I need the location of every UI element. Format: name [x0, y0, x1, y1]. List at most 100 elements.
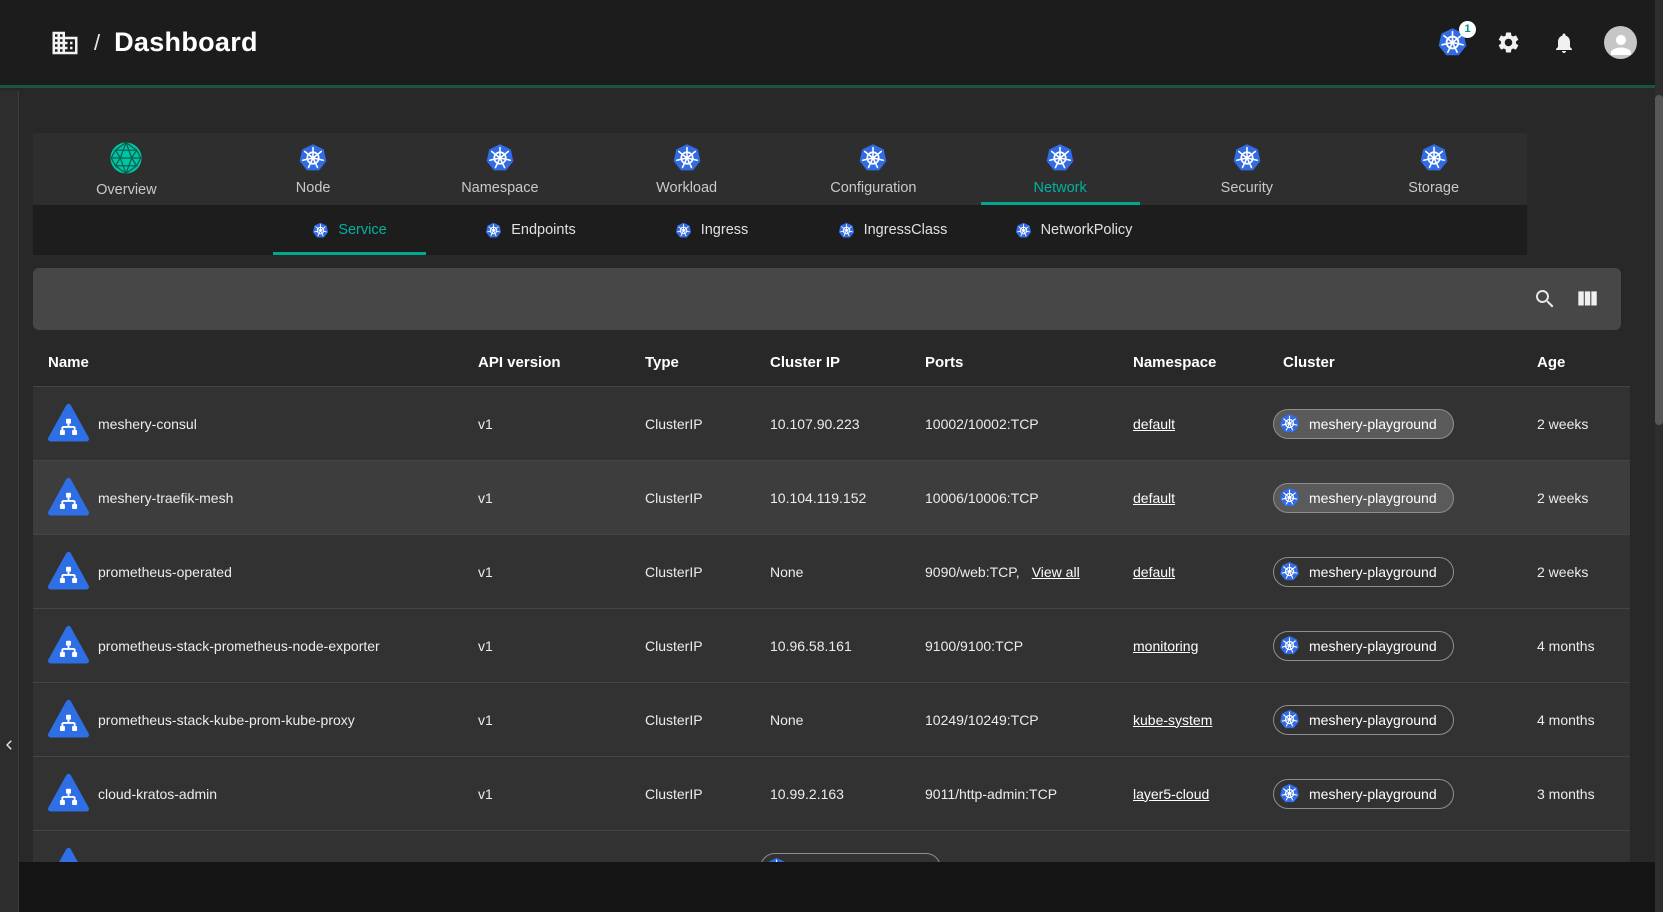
age-cell: 2 weeks [1537, 564, 1630, 580]
cluster-chip[interactable]: meshery-playground [1273, 409, 1454, 439]
type-cell: ClusterIP [645, 786, 770, 802]
api-version-cell: v1 [478, 638, 645, 654]
column-header: Type [645, 354, 770, 371]
cluster-name: meshery-playground [1309, 490, 1437, 506]
notifications-button[interactable] [1548, 27, 1580, 59]
ports-value: 9011/http-admin:TCP [925, 786, 1057, 802]
api-version-cell: v1 [478, 490, 645, 506]
namespace-link[interactable]: monitoring [1133, 638, 1198, 654]
ports-value: 10002/10002:TCP [925, 416, 1039, 432]
tab-label: Storage [1408, 180, 1459, 196]
cluster-cell: meshery-playground [1283, 557, 1537, 587]
namespace-cell: kube-system [1133, 712, 1283, 728]
scrollbar-thumb[interactable] [1655, 95, 1663, 425]
ports-value: 9100/9100:TCP [925, 638, 1023, 654]
header-bar: / Dashboard 1 [0, 0, 1663, 88]
tab-network[interactable]: Network [967, 133, 1154, 205]
column-header: Namespace [1133, 354, 1283, 371]
subtab-ingress[interactable]: Ingress [621, 205, 802, 255]
tab-label: Configuration [830, 180, 916, 196]
table-row[interactable]: prometheus-stack-prometheus-node-exporte… [33, 608, 1630, 682]
cluster-chip[interactable]: meshery-playground [760, 853, 941, 863]
ports-cell: 10249/10249:TCP [925, 712, 1133, 728]
search-icon [1533, 287, 1557, 311]
tab-label: Overview [96, 182, 156, 198]
cluster-ip-cell: 10.107.90.223 [770, 416, 925, 432]
tab-namespace[interactable]: Namespace [407, 133, 594, 205]
cluster-chip[interactable]: meshery-playground [1273, 483, 1454, 513]
ports-cell: 10002/10002:TCP [925, 416, 1133, 432]
kubernetes-icon [1045, 143, 1075, 173]
cluster-name: meshery-playground [1309, 786, 1437, 802]
chevron-left-icon[interactable] [1, 733, 17, 757]
cluster-chip[interactable]: meshery-playground [1273, 779, 1454, 809]
namespace-cell: default [1133, 416, 1283, 432]
table-row[interactable]: prometheus-operated v1 ClusterIP None 90… [33, 534, 1630, 608]
subtab-label: NetworkPolicy [1041, 222, 1133, 238]
table-row[interactable]: cloud-kratos-admin v1 ClusterIP 10.99.2.… [33, 756, 1630, 830]
service-name: meshery-consul [98, 416, 197, 432]
age-cell: 2 weeks [1537, 416, 1630, 432]
cluster-chip[interactable]: meshery-playground [1273, 557, 1454, 587]
namespace-link[interactable]: layer5-cloud [1133, 786, 1209, 802]
kubernetes-icon [485, 143, 515, 173]
settings-button[interactable] [1492, 27, 1524, 59]
search-button[interactable] [1532, 286, 1558, 312]
cluster-chip[interactable]: meshery-playground [1273, 705, 1454, 735]
cluster-chip[interactable]: meshery-playground [1273, 631, 1454, 661]
column-header: Ports [925, 354, 1133, 371]
ports-value: 10006/10006:TCP [925, 490, 1039, 506]
tab-node[interactable]: Node [220, 133, 407, 205]
type-cell: ClusterIP [645, 712, 770, 728]
tab-workload[interactable]: Workload [593, 133, 780, 205]
service-icon [48, 625, 89, 666]
cluster-name: meshery-playground [1309, 564, 1437, 580]
table-row[interactable]: prometheus-stack-kube-prom-kube-proxy v1… [33, 682, 1630, 756]
user-avatar[interactable] [1604, 26, 1637, 59]
column-header: Cluster [1283, 354, 1537, 371]
table-row[interactable]: meshery-consul v1 ClusterIP 10.107.90.22… [33, 386, 1630, 460]
table-row[interactable]: meshery meshery-playground [33, 830, 1630, 862]
column-header: API version [478, 354, 645, 371]
namespace-cell: default [1133, 564, 1283, 580]
service-icon [48, 773, 89, 814]
service-name: prometheus-stack-kube-prom-kube-proxy [98, 712, 355, 728]
table-toolbar [33, 268, 1621, 330]
subtab-ingressclass[interactable]: IngressClass [802, 205, 983, 255]
service-icon [48, 847, 89, 862]
kubernetes-icon [1015, 222, 1032, 239]
table-header-row: NameAPI versionTypeCluster IPPortsNamesp… [33, 338, 1630, 386]
subtab-networkpolicy[interactable]: NetworkPolicy [983, 205, 1164, 255]
kubernetes-icon [838, 222, 855, 239]
tab-security[interactable]: Security [1154, 133, 1341, 205]
services-table: NameAPI versionTypeCluster IPPortsNamesp… [33, 338, 1630, 862]
tab-configuration[interactable]: Configuration [780, 133, 967, 205]
building-icon [50, 28, 80, 58]
ports-cell: 10006/10006:TCP [925, 490, 1133, 506]
namespace-link[interactable]: default [1133, 416, 1175, 432]
column-header: Cluster IP [770, 354, 925, 371]
view-all-link[interactable]: View all [1032, 564, 1080, 580]
kubernetes-context-button[interactable]: 1 [1436, 27, 1468, 59]
bell-icon [1552, 31, 1576, 55]
kubernetes-icon [858, 143, 888, 173]
service-icon [48, 551, 89, 592]
column-header: Name [33, 354, 478, 371]
page-title: Dashboard [114, 27, 258, 58]
cluster-ip-cell: 10.99.2.163 [770, 786, 925, 802]
namespace-link[interactable]: default [1133, 490, 1175, 506]
table-row[interactable]: meshery-traefik-mesh v1 ClusterIP 10.104… [33, 460, 1630, 534]
type-cell: ClusterIP [645, 416, 770, 432]
cluster-name: meshery-playground [1309, 638, 1437, 654]
age-cell: 4 months [1537, 712, 1630, 728]
namespace-link[interactable]: kube-system [1133, 712, 1212, 728]
service-name: prometheus-operated [98, 564, 232, 580]
type-cell: ClusterIP [645, 638, 770, 654]
subtab-service[interactable]: Service [259, 205, 440, 255]
view-columns-button[interactable] [1574, 286, 1600, 312]
tab-storage[interactable]: Storage [1340, 133, 1527, 205]
tab-overview[interactable]: Overview [33, 133, 220, 205]
cluster-cell: meshery-playground [1283, 631, 1537, 661]
subtab-endpoints[interactable]: Endpoints [440, 205, 621, 255]
namespace-link[interactable]: default [1133, 564, 1175, 580]
